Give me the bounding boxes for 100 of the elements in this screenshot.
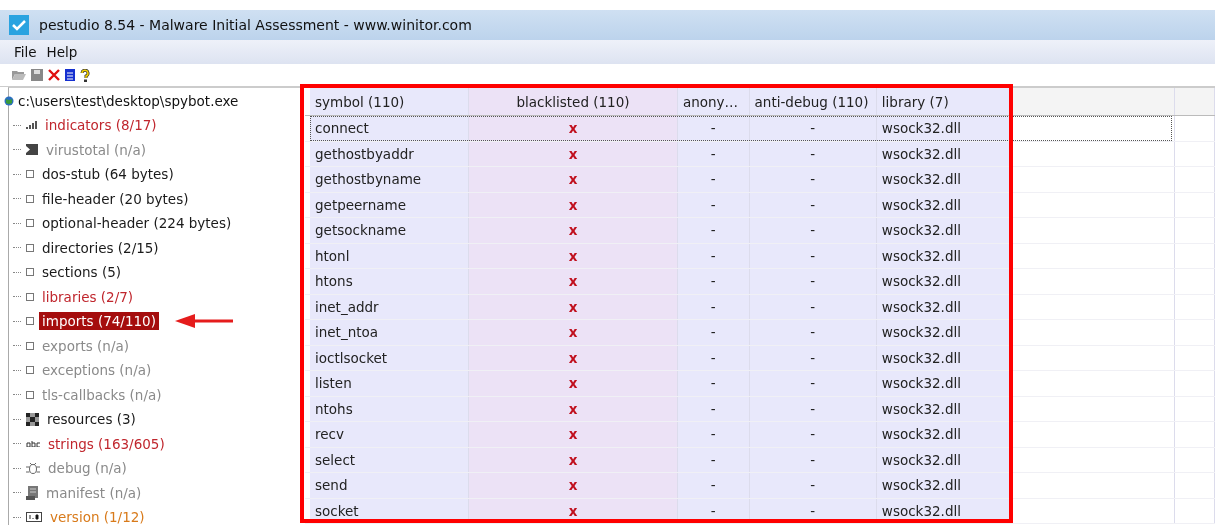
save-icon[interactable] <box>31 69 43 81</box>
table-cell: send <box>310 473 470 498</box>
table-cell: select <box>310 447 470 472</box>
table-cell: gethostbyaddr <box>310 141 470 166</box>
node-square-icon <box>26 366 34 375</box>
table-cell: - <box>749 396 877 421</box>
tree-item[interactable]: imports (74/110) <box>39 312 159 331</box>
table-cell: x <box>469 294 678 319</box>
tree-root-item[interactable]: c:\users\test\desktop\spybot.exe <box>18 92 239 109</box>
focused-table-row[interactable]: connect x - - wsock32.dll <box>305 116 1215 142</box>
table-cell: wsock32.dll <box>876 422 1012 447</box>
tree-item[interactable]: manifest (n/a) <box>43 483 145 502</box>
grid-icon <box>26 412 39 426</box>
table-cell: htonl <box>310 243 470 268</box>
table-cell: - <box>677 320 750 345</box>
virustotal-icon <box>26 144 38 156</box>
annotation-arrow <box>175 313 235 329</box>
table-cell: x <box>469 243 678 268</box>
column-header[interactable]: symbol (110) <box>310 88 470 115</box>
table-cell: - <box>749 269 877 294</box>
clipboard-icon[interactable] <box>65 69 75 81</box>
table-cell: wsock32.dll <box>876 218 1012 243</box>
table-cell: - <box>749 320 877 345</box>
bug-icon <box>26 461 40 476</box>
scroll-icon <box>26 485 38 500</box>
table-cell: x <box>469 116 678 141</box>
table-cell: x <box>469 218 678 243</box>
table-cell: x <box>469 396 678 421</box>
table-cell: x <box>469 345 678 370</box>
table-cell: wsock32.dll <box>876 116 1012 141</box>
table-cell: - <box>749 371 877 396</box>
table-cell: - <box>749 167 877 192</box>
table-cell: wsock32.dll <box>876 167 1012 192</box>
tree-item[interactable]: indicators (8/17) <box>42 116 160 135</box>
tree-item[interactable]: debug (n/a) <box>45 459 130 478</box>
table-cell: listen <box>310 371 470 396</box>
table-cell: - <box>677 167 750 192</box>
menu-item[interactable]: Help <box>46 44 78 60</box>
node-square-icon <box>26 219 34 228</box>
tree-item[interactable]: exceptions (n/a) <box>39 361 155 380</box>
node-square-icon <box>26 317 34 326</box>
table-cell: - <box>677 218 750 243</box>
table-cell: inet_addr <box>310 294 470 319</box>
table-cell: x <box>469 371 678 396</box>
table-cell: - <box>749 447 877 472</box>
column-header[interactable]: blacklisted (110) <box>469 88 678 115</box>
table-cell: wsock32.dll <box>876 320 1012 345</box>
table-cell: x <box>469 320 678 345</box>
table-cell: - <box>749 243 877 268</box>
table-cell: - <box>677 269 750 294</box>
node-square-icon <box>26 194 34 203</box>
table-cell: - <box>749 422 877 447</box>
table-cell: wsock32.dll <box>876 473 1012 498</box>
tree-item[interactable]: strings (163/605) <box>45 434 168 453</box>
help-icon[interactable] <box>80 68 90 82</box>
tree-item[interactable]: virustotal (n/a) <box>43 140 149 159</box>
tree-item[interactable]: file-header (20 bytes) <box>39 189 192 208</box>
table-cell: - <box>749 294 877 319</box>
table-cell: - <box>749 345 877 370</box>
tree-item[interactable]: optional-header (224 bytes) <box>39 214 235 233</box>
column-header[interactable]: library (7) <box>876 88 1012 115</box>
table-cell: inet_ntoa <box>310 320 470 345</box>
table-cell: - <box>749 473 877 498</box>
column-header[interactable]: anti-debug (110) <box>749 88 877 115</box>
table-cell: - <box>749 141 877 166</box>
bar-chart-icon <box>26 121 37 130</box>
open-folder-icon[interactable] <box>12 69 26 81</box>
table-cell: connect <box>310 116 470 141</box>
close-icon[interactable] <box>48 69 60 81</box>
table-cell: - <box>677 116 750 141</box>
table-cell: gethostbyname <box>310 167 470 192</box>
node-square-icon <box>26 390 34 399</box>
table-cell: x <box>469 141 678 166</box>
table-cell: x <box>469 473 678 498</box>
table-cell: x <box>469 447 678 472</box>
tree-item[interactable]: tls-callbacks (n/a) <box>39 385 165 404</box>
node-square-icon <box>26 341 34 350</box>
table-cell: - <box>677 473 750 498</box>
tree-item[interactable]: exports (n/a) <box>39 336 132 355</box>
table-cell: htons <box>310 269 470 294</box>
tree-item[interactable]: resources (3) <box>44 410 139 429</box>
table-cell: ntohs <box>310 396 470 421</box>
tree-item[interactable]: libraries (2/7) <box>39 287 137 306</box>
tree-item[interactable]: dos-stub (64 bytes) <box>39 165 177 184</box>
globe-file-icon <box>4 94 14 107</box>
table-cell: x <box>469 167 678 192</box>
table-cell: - <box>749 116 877 141</box>
table-cell: wsock32.dll <box>876 371 1012 396</box>
table-cell: x <box>469 192 678 217</box>
menu-item[interactable]: File <box>14 44 37 60</box>
node-square-icon <box>26 170 34 179</box>
column-header[interactable]: anony… <box>677 88 750 115</box>
table-cell: - <box>749 218 877 243</box>
tree-item[interactable]: directories (2/15) <box>39 238 162 257</box>
table-cell: - <box>749 192 877 217</box>
table-cell: recv <box>310 422 470 447</box>
table-cell: - <box>677 422 750 447</box>
node-square-icon <box>26 268 34 277</box>
abc-icon <box>26 440 40 447</box>
tree-item[interactable]: sections (5) <box>39 263 125 282</box>
